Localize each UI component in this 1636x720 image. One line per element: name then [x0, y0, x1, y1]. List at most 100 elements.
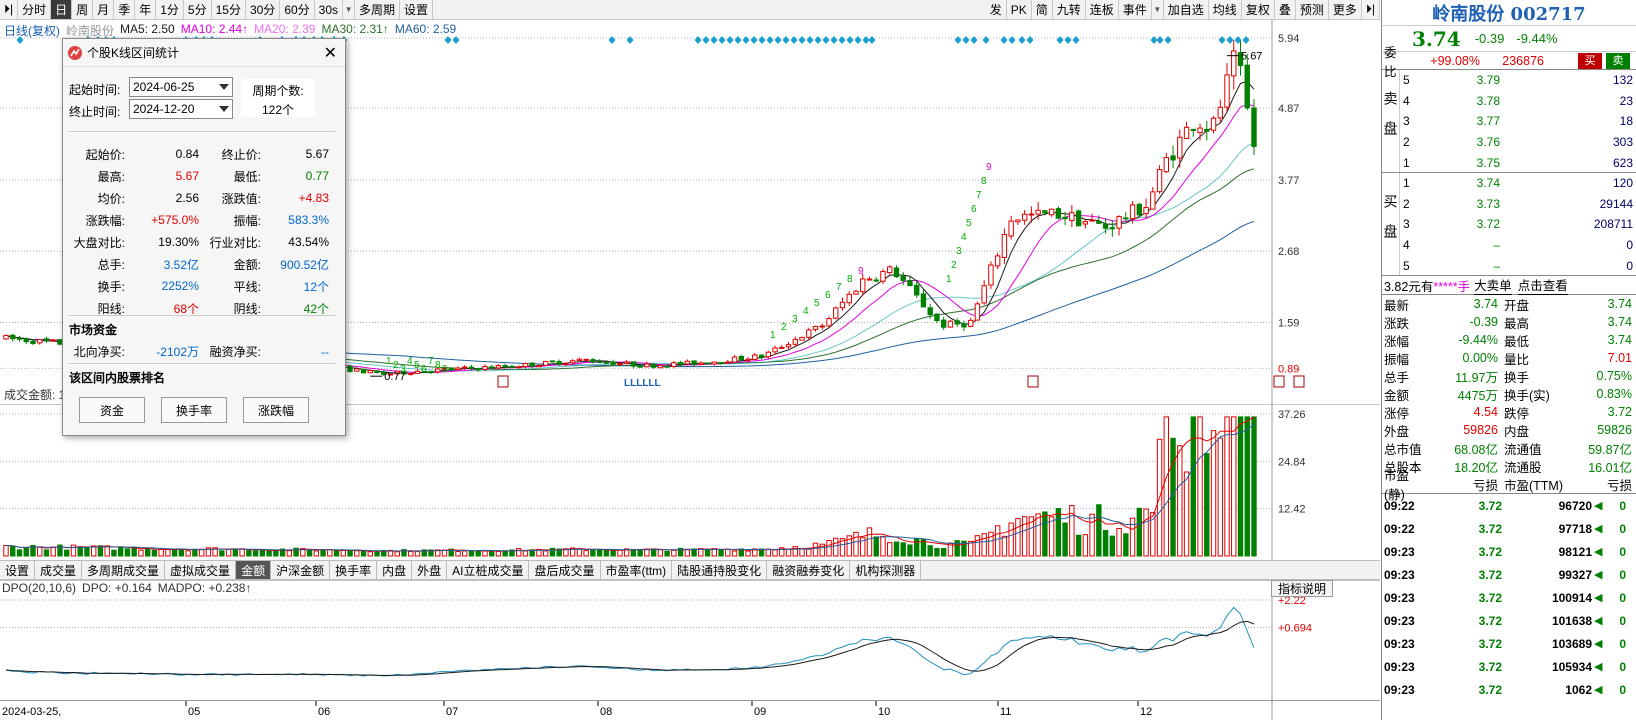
tool-button[interactable]: 均线	[1209, 0, 1242, 19]
period-tab[interactable]: 15分	[212, 0, 246, 19]
tick-row[interactable]: 09:23 3.72 105934 ◀ 0	[1382, 655, 1636, 678]
price-axis-label: 4.87	[1278, 103, 1299, 115]
toolbar-nav-icon[interactable]: ⏵|	[1362, 0, 1380, 19]
end-date-select[interactable]: 2024-12-20	[129, 99, 233, 119]
period-tab[interactable]: 60分	[280, 0, 315, 19]
bids-level-row[interactable]: 5 – 0	[1400, 255, 1636, 276]
sell-button[interactable]: 卖	[1606, 52, 1630, 69]
start-date-value: 2024-06-25	[133, 80, 195, 94]
chevron-down-icon[interactable]: ▼	[343, 0, 356, 19]
candle-body	[1183, 126, 1190, 139]
indicator-tab[interactable]: 融资融券变化	[767, 561, 851, 579]
asks-level-row[interactable]: 1 3.75 623	[1400, 152, 1636, 173]
ratio-value: +99.08%	[1430, 53, 1480, 68]
period-tab[interactable]: 周	[72, 0, 94, 19]
big-order-link[interactable]: 点击查看	[1517, 275, 1568, 295]
multi-period-button[interactable]: 多周期	[355, 0, 401, 19]
td-seq-label: 6	[421, 364, 427, 375]
tick-time: 09:23	[1384, 544, 1415, 559]
indicator-tab[interactable]: 陆股通持股变化	[672, 561, 768, 579]
period-tab[interactable]: 分时	[18, 0, 52, 19]
indicator-tab[interactable]: 市盈率(ttm)	[601, 561, 673, 579]
indicator-tab[interactable]: 内盘	[377, 561, 413, 579]
tick-list[interactable]: 09:22 3.72 96720 ◀ 0 09:22 3.72 97718 ◀ 0 09:23 3.7…	[1382, 494, 1636, 701]
tool-button[interactable]: 更多	[1329, 0, 1362, 19]
indicator-tab[interactable]: 虚拟成交量	[165, 561, 237, 579]
tick-row[interactable]: 09:23 3.72 103689 ◀ 0	[1382, 632, 1636, 655]
dpo-name[interactable]: DPO(20,10,6)	[2, 581, 76, 595]
tick-row[interactable]: 09:23 3.72 100914 ◀ 0	[1382, 586, 1636, 609]
rank-capital-button[interactable]: 资金	[79, 397, 145, 423]
chart-mode-label[interactable]: 日线(复权)	[4, 22, 60, 39]
big-order-row[interactable]: 3.82元有 *****手 大卖单 点击查看	[1382, 276, 1636, 295]
period-tab[interactable]: 5分	[184, 0, 212, 19]
tick-volume: 101638	[1551, 613, 1592, 628]
tool-button[interactable]: 连板	[1086, 0, 1119, 19]
period-tab-day[interactable]: 日	[51, 0, 73, 19]
chevron-down-icon[interactable]: ▼	[1152, 0, 1164, 19]
rank-change-button[interactable]: 涨跌幅	[243, 397, 309, 423]
dpo-chart[interactable]: +2.22 +0.694 DPO(20,10,6) DPO: +0.164 MAD…	[0, 579, 1380, 700]
interval-stats-dialog: 个股K线区间统计 ✕ 起始时间: 2024-06-25 终止时间: 2024-1…	[62, 38, 346, 436]
tool-button[interactable]: 叠	[1275, 0, 1296, 19]
signal-diamond	[822, 36, 830, 44]
close-icon[interactable]: ✕	[324, 43, 337, 63]
dialog-titlebar[interactable]: 个股K线区间统计	[63, 39, 345, 67]
tool-button[interactable]: 加自选	[1164, 0, 1209, 19]
indicator-tab[interactable]: 多周期成交量	[82, 561, 166, 579]
rank-turnover-button[interactable]: 换手率	[161, 397, 227, 423]
tick-row[interactable]: 09:23 3.72 101638 ◀ 0	[1382, 609, 1636, 632]
dpo-svg[interactable]: +2.22+0.694	[0, 579, 1380, 700]
quote-value: 亏损	[1606, 478, 1632, 493]
tool-button[interactable]: 复权	[1242, 0, 1275, 19]
bids-level-row[interactable]: 2 3.73 29144	[1400, 194, 1636, 215]
indicator-tab[interactable]: AI立桩成交量	[447, 561, 530, 579]
tick-row[interactable]: 09:23 3.72 98121 ◀ 0	[1382, 540, 1636, 563]
tool-button[interactable]: 事件	[1119, 0, 1152, 19]
tool-button[interactable]: 预测	[1296, 0, 1329, 19]
tool-button[interactable]: PK	[1007, 0, 1032, 19]
indicator-tab[interactable]: 金额	[236, 561, 272, 579]
indicator-tab[interactable]: 外盘	[412, 561, 448, 579]
tool-button[interactable]: 简	[1032, 0, 1053, 19]
start-date-select[interactable]: 2024-06-25	[129, 77, 233, 97]
asks-level-row[interactable]: 2 3.76 303	[1400, 132, 1636, 153]
candle-body	[468, 366, 475, 369]
period-tab[interactable]: 季	[114, 0, 136, 19]
bids-level-row[interactable]: 3 3.72 208711	[1400, 214, 1636, 235]
indicator-tab[interactable]: 机构探测器	[850, 561, 922, 579]
toolbar-nav-icon[interactable]: ⏵|	[0, 0, 19, 19]
indicator-help-button[interactable]: 指标说明	[1271, 580, 1333, 597]
td-seq-label: 7	[976, 190, 982, 201]
candle-body	[846, 293, 852, 304]
sell-arrow-icon: ◀	[1594, 546, 1603, 558]
tick-price: 3.72	[1478, 521, 1502, 536]
start-time-label: 起始时间:	[69, 83, 121, 97]
asks-level-row[interactable]: 4 3.78 23	[1400, 91, 1636, 112]
indicator-tab[interactable]: 换手率	[330, 561, 378, 579]
bids-level-row[interactable]: 1 3.74 120	[1400, 173, 1636, 194]
period-tab[interactable]: 30分	[246, 0, 281, 19]
price-axis-label: 2.68	[1278, 246, 1299, 258]
bids-level-row[interactable]: 4 – 0	[1400, 235, 1636, 256]
indicator-tab[interactable]: 成交量	[35, 561, 83, 579]
settings-button[interactable]: 设置	[400, 0, 434, 19]
tick-row[interactable]: 09:23 3.72 99327 ◀ 0	[1382, 563, 1636, 586]
indicator-tab[interactable]: 沪深金额	[271, 561, 331, 579]
period-tab[interactable]: 1分	[156, 0, 184, 19]
period-tab-30s[interactable]: 30s	[315, 0, 344, 19]
indicator-tab[interactable]: 盘后成交量	[529, 561, 601, 579]
asks-level-row[interactable]: 3 3.77 18	[1400, 111, 1636, 132]
sell-side-label: 卖盘	[1382, 70, 1400, 172]
period-tab[interactable]: 年	[135, 0, 157, 19]
asks-level-row[interactable]: 5 3.79 132	[1400, 70, 1636, 91]
indicator-tab[interactable]: 设置	[0, 561, 36, 579]
tool-button[interactable]: 九转	[1053, 0, 1086, 19]
tool-button[interactable]: 发	[986, 0, 1007, 19]
tick-row[interactable]: 09:23 3.72 1062 ◀ 0	[1382, 678, 1636, 701]
period-tab[interactable]: 月	[93, 0, 115, 19]
buy-button[interactable]: 买	[1578, 52, 1602, 69]
amount-bar	[455, 550, 461, 557]
amount-bar	[1089, 513, 1095, 557]
tick-row[interactable]: 09:22 3.72 97718 ◀ 0	[1382, 517, 1636, 540]
